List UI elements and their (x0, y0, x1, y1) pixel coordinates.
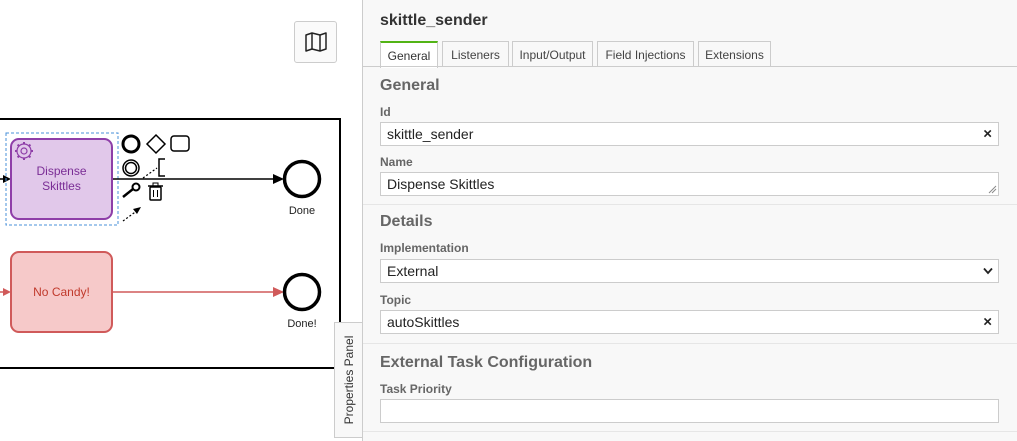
task-priority-label: Task Priority (380, 382, 452, 396)
tabs-divider (363, 66, 1017, 67)
topic-field[interactable]: autoSkittles × (380, 310, 999, 334)
clear-topic-button[interactable]: × (983, 314, 992, 331)
connect-arrow-icon[interactable] (122, 207, 141, 222)
implementation-label: Implementation (380, 241, 469, 255)
append-end-event-icon[interactable] (121, 134, 141, 154)
topic-label: Topic (380, 293, 412, 307)
panel-tabs: General Listeners Input/Output Field Inj… (380, 41, 1017, 68)
append-gateway-icon[interactable] (145, 133, 167, 155)
resize-grip-icon[interactable] (988, 185, 997, 194)
task-label-line2: Skittles (42, 179, 81, 193)
topic-value: autoSkittles (387, 314, 460, 330)
append-task-icon[interactable] (170, 135, 190, 152)
section-divider (363, 204, 1017, 205)
properties-panel-toggle[interactable]: Properties Panel (334, 322, 363, 438)
tab-extensions[interactable]: Extensions (698, 41, 771, 67)
text-annotation-icon[interactable] (142, 158, 165, 179)
name-value: Dispense Skittles (387, 176, 495, 192)
minimap-toggle-button[interactable] (294, 21, 337, 63)
sequence-flow-done[interactable] (113, 174, 284, 184)
id-value: skittle_sender (387, 126, 474, 142)
change-type-wrench-icon[interactable] (122, 182, 141, 198)
bpmn-diagram: Dispense Skittles Done No Candy! Done! (0, 118, 341, 369)
implementation-value: External (387, 263, 439, 279)
tab-general[interactable]: General (380, 41, 438, 68)
section-details-heading: Details (380, 213, 433, 230)
task-dispense-skittles[interactable]: Dispense Skittles (10, 138, 113, 220)
append-intermediate-event-icon[interactable] (122, 159, 140, 177)
implementation-select[interactable]: External (380, 259, 999, 283)
panel-title: skittle_sender (380, 12, 488, 29)
sequence-flow-done2[interactable] (113, 287, 284, 297)
properties-panel-toggle-label: Properties Panel (341, 335, 356, 425)
clear-id-button[interactable]: × (983, 126, 992, 143)
tab-input-output[interactable]: Input/Output (512, 41, 593, 67)
map-icon (304, 32, 327, 52)
task-no-candy[interactable]: No Candy! (10, 251, 113, 333)
chevron-down-icon (983, 267, 993, 275)
task-label-line1: Dispense (36, 164, 86, 178)
section-external-heading: External Task Configuration (380, 354, 593, 371)
end-event-done[interactable]: Done (282, 159, 322, 218)
end-event-done2[interactable]: Done! (282, 272, 322, 331)
id-label: Id (380, 105, 391, 119)
task-label: No Candy! (33, 285, 90, 299)
section-divider (363, 431, 1017, 432)
end-event-label: Done (289, 205, 315, 217)
name-field[interactable]: Dispense Skittles (380, 172, 999, 196)
task-priority-field[interactable] (380, 399, 999, 423)
delete-trash-icon[interactable] (148, 182, 163, 201)
id-field[interactable]: skittle_sender × (380, 122, 999, 146)
diagram-canvas[interactable]: Dispense Skittles Done No Candy! Done! (0, 0, 362, 441)
name-label: Name (380, 155, 413, 169)
section-general-heading: General (380, 77, 440, 94)
end-event-label: Done! (287, 318, 316, 330)
section-divider (363, 343, 1017, 344)
tab-listeners[interactable]: Listeners (442, 41, 509, 67)
incoming-flow-arrow-red[interactable] (0, 288, 11, 296)
context-pad (121, 133, 190, 222)
tab-field-injections[interactable]: Field Injections (597, 41, 694, 67)
properties-panel: skittle_sender General Listeners Input/O… (362, 0, 1017, 441)
